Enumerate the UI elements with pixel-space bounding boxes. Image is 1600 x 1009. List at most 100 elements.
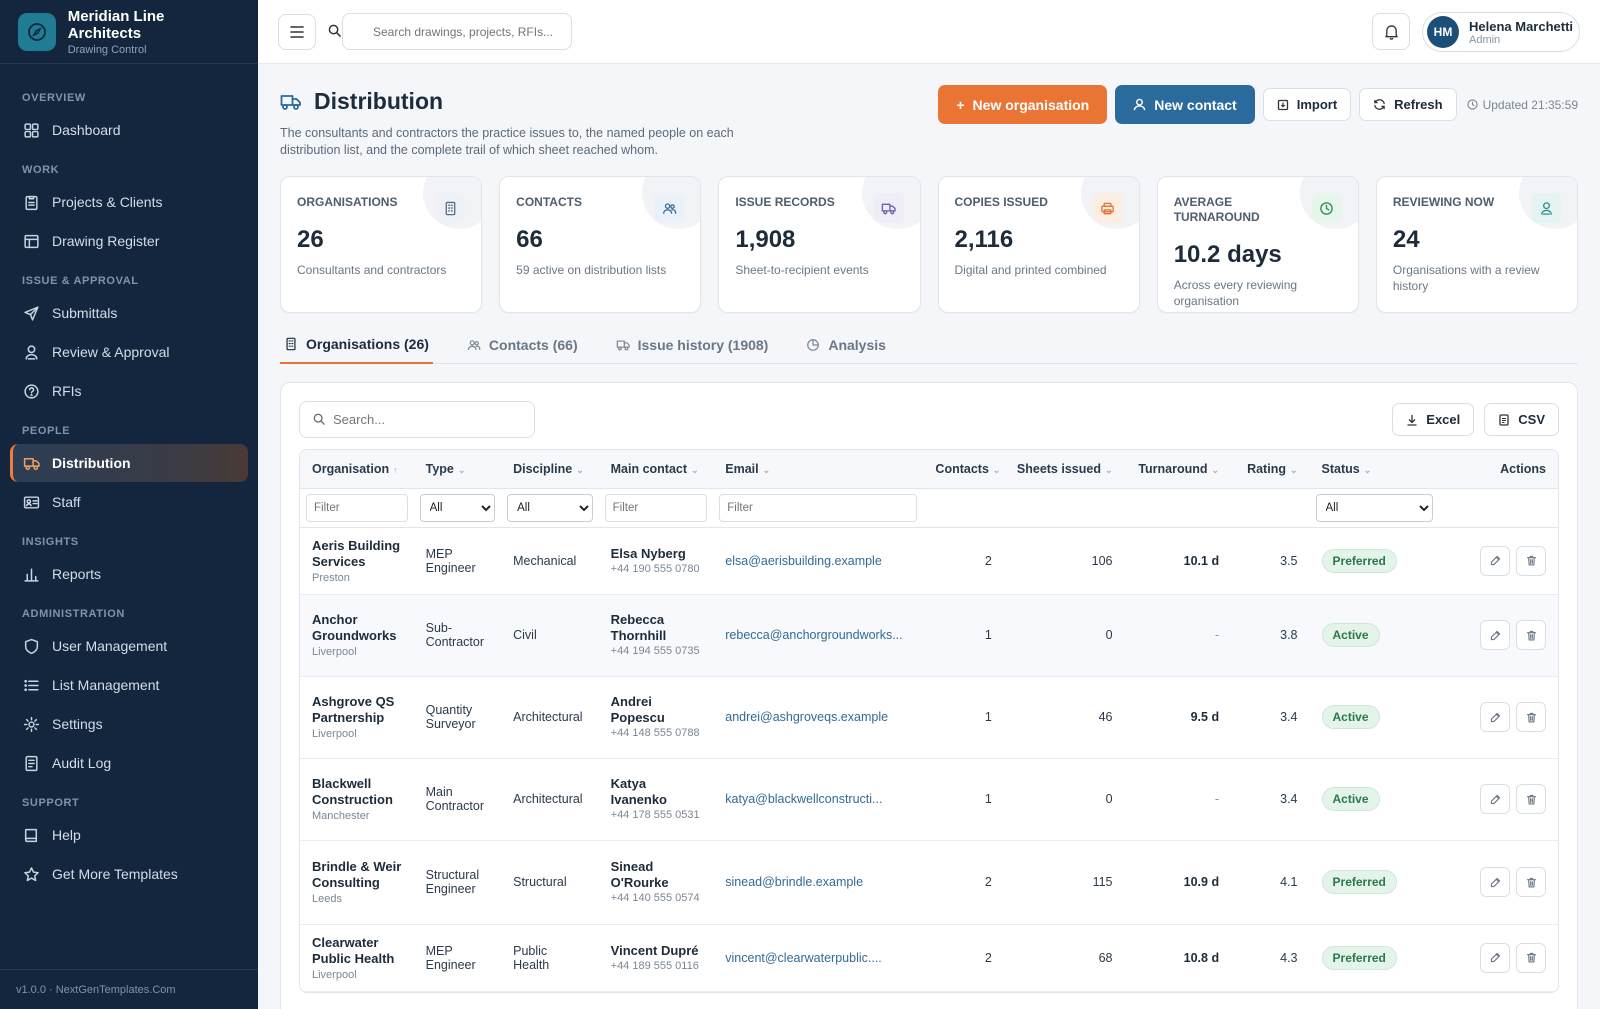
- tab-issue-history[interactable]: Issue history (1908): [612, 326, 773, 364]
- sidebar-item-distribution[interactable]: Distribution: [10, 444, 248, 482]
- email-link[interactable]: rebecca@anchorgroundworks...: [725, 628, 902, 642]
- sidebar-item-submittals[interactable]: Submittals: [10, 294, 248, 332]
- column-header-rating[interactable]: Rating ⌄: [1231, 450, 1310, 489]
- tab-bar: Organisations (26) Contacts (66) Issue h…: [280, 326, 1578, 364]
- status-badge: Preferred: [1321, 548, 1397, 573]
- export-excel-button[interactable]: Excel: [1392, 403, 1475, 436]
- column-header-discipline[interactable]: Discipline ⌄: [501, 450, 599, 489]
- email-filter[interactable]: [719, 493, 918, 522]
- email-link[interactable]: katya@blackwellconstructi...: [725, 792, 882, 806]
- new-contact-button[interactable]: New contact: [1115, 85, 1255, 124]
- delete-button[interactable]: [1516, 702, 1546, 732]
- topbar: HM Helena Marchetti Admin: [258, 0, 1600, 64]
- column-header-main-contact[interactable]: Main contact ⌄: [598, 450, 714, 489]
- delete-button[interactable]: [1516, 867, 1546, 897]
- user-icon: [1133, 98, 1146, 111]
- email-link[interactable]: vincent@clearwaterpublic....: [725, 951, 882, 965]
- tab-organisations[interactable]: Organisations (26): [280, 326, 433, 364]
- column-header-status[interactable]: Status ⌄: [1309, 450, 1440, 489]
- global-search-input[interactable]: [342, 13, 572, 50]
- sidebar-item-user-management[interactable]: User Management: [10, 627, 248, 665]
- edit-button[interactable]: [1480, 942, 1510, 973]
- column-header-type[interactable]: Type ⌄: [413, 450, 502, 489]
- organisation-name[interactable]: Aeris Building Services: [312, 538, 402, 570]
- column-label: Status: [1321, 461, 1360, 476]
- table-row[interactable]: Aeris Building Services Preston MEP Engi…: [300, 527, 1558, 595]
- email-link[interactable]: sinead@brindle.example: [725, 875, 863, 889]
- edit-button[interactable]: [1480, 620, 1510, 650]
- stat-value: 2,116: [954, 226, 1014, 253]
- turnaround: 10.1 d: [1183, 553, 1220, 568]
- organisation-name[interactable]: Blackwell Construction: [312, 776, 402, 808]
- column-header-sheets-issued[interactable]: Sheets issued ⌄: [1003, 450, 1125, 489]
- sidebar-item-label: RFIs: [52, 383, 82, 399]
- sidebar-item-help[interactable]: Help: [10, 816, 248, 854]
- column-header-turnaround[interactable]: Turnaround ⌄: [1124, 450, 1232, 489]
- delete-button[interactable]: [1516, 545, 1546, 576]
- sheets-issued: 115: [1003, 840, 1125, 925]
- sidebar-item-review-approval[interactable]: Review & Approval: [10, 333, 248, 371]
- pie-icon: [806, 338, 820, 352]
- stat-label: AVERAGE TURNAROUND: [1173, 195, 1260, 224]
- organisation-name[interactable]: Brindle & Weir Consulting: [312, 859, 402, 891]
- edit-button[interactable]: [1480, 702, 1510, 732]
- sidebar-item-reports[interactable]: Reports: [10, 555, 248, 593]
- edit-button[interactable]: [1480, 867, 1510, 897]
- tab-analysis[interactable]: Analysis: [802, 326, 890, 364]
- sidebar-item-get-more-templates[interactable]: Get More Templates: [10, 855, 248, 893]
- nav-section-support: SUPPORT: [22, 797, 80, 809]
- email-link[interactable]: andrei@ashgroveqs.example: [725, 710, 888, 724]
- column-header-organisation[interactable]: Organisation ↑: [300, 450, 414, 489]
- log-icon: [22, 754, 40, 772]
- edit-button[interactable]: [1480, 545, 1510, 576]
- sidebar-item-drawing-register[interactable]: Drawing Register: [10, 222, 248, 260]
- edit-button[interactable]: [1480, 784, 1510, 814]
- organisation-name[interactable]: Clearwater Public Health: [312, 935, 402, 967]
- delete-button[interactable]: [1516, 784, 1546, 814]
- table-row[interactable]: Anchor Groundworks Liverpool Sub-Contrac…: [300, 594, 1558, 677]
- import-button[interactable]: Import: [1262, 88, 1352, 121]
- search-icon: [313, 413, 325, 425]
- sidebar-item-rfis[interactable]: RFIs: [10, 372, 248, 410]
- delete-button[interactable]: [1516, 620, 1546, 650]
- sidebar-item-settings[interactable]: Settings: [10, 705, 248, 743]
- sidebar-item-dashboard[interactable]: Dashboard: [10, 111, 248, 149]
- main-contact-phone: +44 194 555 0735: [610, 645, 700, 657]
- tab-contacts[interactable]: Contacts (66): [463, 326, 582, 364]
- main-contact-filter[interactable]: [604, 493, 708, 522]
- table-row[interactable]: Blackwell Construction Manchester Main C…: [300, 758, 1558, 841]
- refresh-button[interactable]: Refresh: [1359, 88, 1457, 121]
- menu-button[interactable]: [278, 14, 316, 50]
- organisation-name[interactable]: Anchor Groundworks: [312, 612, 402, 644]
- user-menu[interactable]: HM Helena Marchetti Admin: [1422, 12, 1580, 52]
- sidebar-item-audit-log[interactable]: Audit Log: [10, 744, 248, 782]
- sidebar-item-projects-clients[interactable]: Projects & Clients: [10, 183, 248, 221]
- column-header-contacts[interactable]: Contacts ⌄: [923, 450, 1004, 489]
- status-filter[interactable]: All: [1315, 493, 1434, 522]
- type-filter[interactable]: All: [419, 493, 496, 522]
- organisation-city: Liverpool: [312, 728, 357, 740]
- organisation-filter[interactable]: [306, 493, 408, 522]
- delete-button[interactable]: [1516, 942, 1546, 973]
- sidebar-item-list-management[interactable]: List Management: [10, 666, 248, 704]
- sort-icon: ⌄: [762, 464, 771, 475]
- notifications-button[interactable]: [1372, 13, 1410, 50]
- tab-label: Analysis: [828, 337, 886, 353]
- table-search-input[interactable]: [300, 402, 534, 437]
- new-organisation-button[interactable]: + New organisation: [938, 85, 1108, 124]
- table-row[interactable]: Ashgrove QS Partnership Liverpool Quanti…: [300, 676, 1558, 759]
- table-row[interactable]: Clearwater Public Health Liverpool MEP E…: [300, 924, 1558, 992]
- organisation-type: Sub-Contractor: [413, 594, 502, 677]
- brand[interactable]: Meridian Line Architects Drawing Control: [0, 0, 258, 64]
- status-badge: Active: [1321, 705, 1380, 729]
- column-header-email[interactable]: Email ⌄: [713, 450, 924, 489]
- export-csv-button[interactable]: CSV: [1484, 403, 1559, 436]
- email-link[interactable]: elsa@aerisbuilding.example: [725, 554, 882, 568]
- organisation-type: Structural Engineer: [413, 840, 502, 925]
- discipline-filter[interactable]: All: [507, 493, 593, 522]
- sidebar-item-staff[interactable]: Staff: [10, 483, 248, 521]
- sidebar-item-label: Reports: [52, 566, 102, 582]
- send-icon: [22, 304, 40, 322]
- table-row[interactable]: Brindle & Weir Consulting Leeds Structur…: [300, 840, 1558, 925]
- organisation-name[interactable]: Ashgrove QS Partnership: [312, 694, 402, 726]
